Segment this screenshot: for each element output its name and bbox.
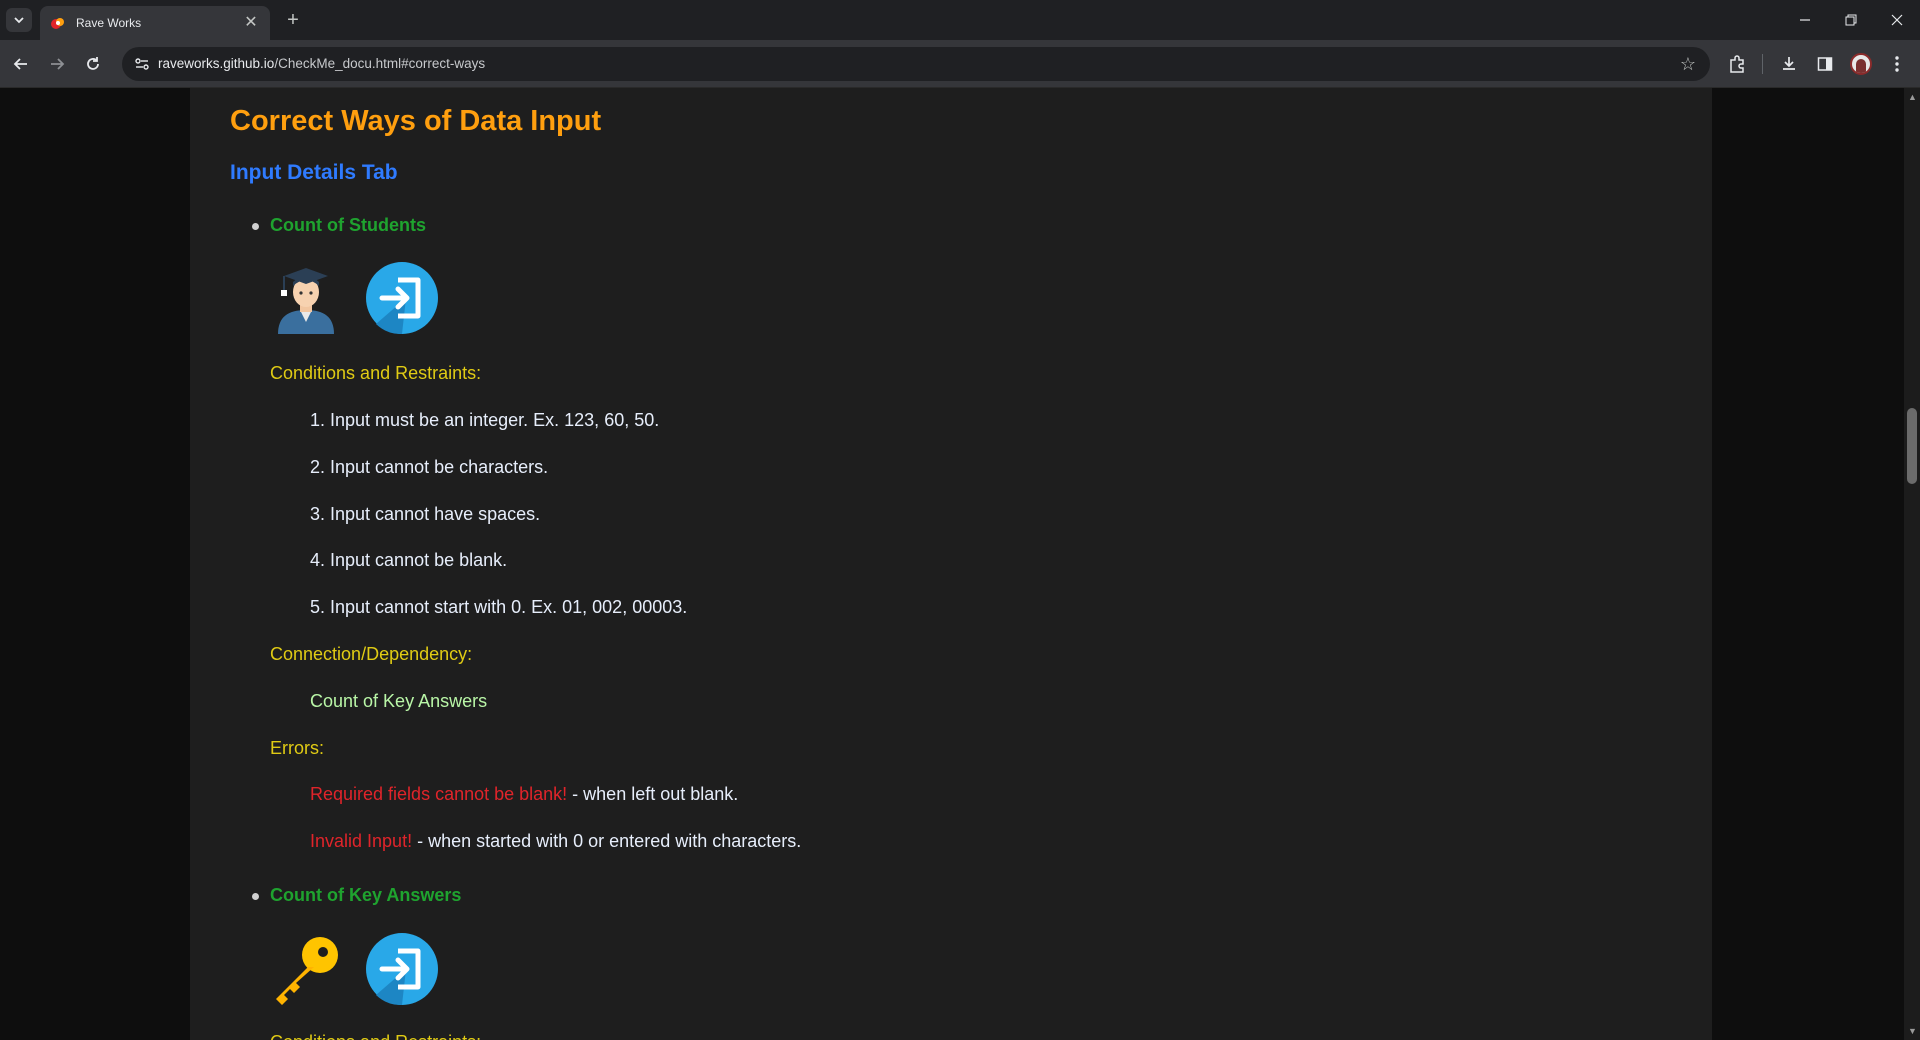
more-vert-icon: [1895, 56, 1899, 72]
input-arrow-icon: [366, 262, 438, 334]
reload-button[interactable]: [80, 51, 106, 77]
item-icons-row: [270, 262, 438, 334]
scrollbar-thumb[interactable]: [1907, 408, 1917, 484]
condition-item: 3. Input cannot have spaces.: [310, 504, 541, 524]
tab-title: Rave Works: [76, 16, 142, 30]
error-message: Required fields cannot be blank!: [310, 784, 568, 804]
rave-works-favicon-icon: [51, 18, 64, 29]
condition-item: 1. Input must be an integer. Ex. 123, 60…: [310, 410, 660, 430]
close-window-button[interactable]: [1874, 0, 1920, 40]
list-bullet: [252, 223, 259, 230]
item-icons-row: [270, 933, 438, 1005]
doc-content: Correct Ways of Data Input Input Details…: [190, 88, 1712, 1040]
section-subheading: Input Details Tab: [230, 161, 398, 184]
download-icon: [1783, 57, 1795, 70]
side-panel-icon: [1817, 57, 1833, 71]
address-bar[interactable]: raveworks.github.io/CheckMe_docu.html#co…: [122, 47, 1710, 81]
item-title-count-of-students: Count of Students: [270, 215, 426, 235]
url-text: raveworks.github.io/CheckMe_docu.html#co…: [158, 56, 485, 71]
input-arrow-icon: [366, 933, 438, 1005]
forward-button[interactable]: [44, 51, 70, 77]
profile-button[interactable]: [1848, 51, 1874, 77]
conditions-label: Conditions and Restraints:: [270, 1032, 481, 1040]
site-settings-icon[interactable]: [134, 56, 150, 72]
url-path: /CheckMe_docu.html#correct-ways: [274, 56, 486, 71]
toolbar-separator: [1762, 54, 1763, 74]
dependency-value: Count of Key Answers: [310, 691, 488, 711]
scroll-up-arrow-icon[interactable]: ▲: [1908, 92, 1917, 102]
arrow-right-icon: [51, 58, 65, 70]
restore-icon: [1845, 14, 1857, 26]
minimize-button[interactable]: [1782, 0, 1828, 40]
url-host: raveworks.github.io: [158, 56, 275, 71]
back-button[interactable]: [8, 51, 34, 77]
new-tab-button[interactable]: +: [282, 9, 304, 31]
error-line: Invalid Input! - when started with 0 or …: [310, 831, 801, 852]
page-viewport: Correct Ways of Data Input Input Details…: [0, 88, 1904, 1040]
dependency-label: Connection/Dependency:: [270, 644, 473, 664]
avatar: [1850, 53, 1872, 75]
tab-strip: Rave Works ✕ +: [0, 0, 1920, 40]
tab-search-button[interactable]: [6, 8, 32, 32]
error-description: - when left out blank.: [567, 784, 739, 804]
avatar-figure: [1856, 59, 1866, 73]
student-icon: [278, 268, 334, 334]
page-scrollbar[interactable]: ▲ ▼: [1904, 88, 1920, 1040]
error-line: Required fields cannot be blank! - when …: [310, 784, 738, 805]
condition-item: 5. Input cannot start with 0. Ex. 01, 00…: [310, 597, 688, 617]
puzzle-icon: [1730, 55, 1744, 73]
bookmark-star-icon[interactable]: ☆: [1680, 54, 1696, 75]
section-heading: Correct Ways of Data Input: [230, 105, 602, 137]
arrow-left-icon: [13, 58, 27, 70]
condition-item: 2. Input cannot be characters.: [310, 457, 549, 477]
downloads-button[interactable]: [1776, 51, 1802, 77]
error-description: - when started with 0 or entered with ch…: [412, 831, 802, 851]
key-icon: [276, 937, 338, 1005]
restore-button[interactable]: [1828, 0, 1874, 40]
side-panel-button[interactable]: [1812, 51, 1838, 77]
tab-close-icon[interactable]: ✕: [242, 15, 260, 31]
browser-tab-active[interactable]: Rave Works ✕: [40, 6, 270, 40]
extensions-button[interactable]: [1724, 51, 1750, 77]
scroll-down-arrow-icon[interactable]: ▼: [1908, 1026, 1917, 1036]
list-bullet: [252, 893, 259, 900]
errors-label: Errors:: [270, 738, 324, 758]
minimize-icon: [1800, 19, 1810, 21]
item-title-count-of-key-answers: Count of Key Answers: [270, 885, 462, 905]
error-message: Invalid Input!: [310, 831, 413, 851]
condition-item: 4. Input cannot be blank.: [310, 550, 508, 570]
reload-icon: [87, 57, 99, 70]
menu-button[interactable]: [1884, 51, 1910, 77]
chevron-down-icon: [14, 17, 24, 24]
close-icon: [1891, 14, 1903, 26]
conditions-label: Conditions and Restraints:: [270, 363, 482, 383]
